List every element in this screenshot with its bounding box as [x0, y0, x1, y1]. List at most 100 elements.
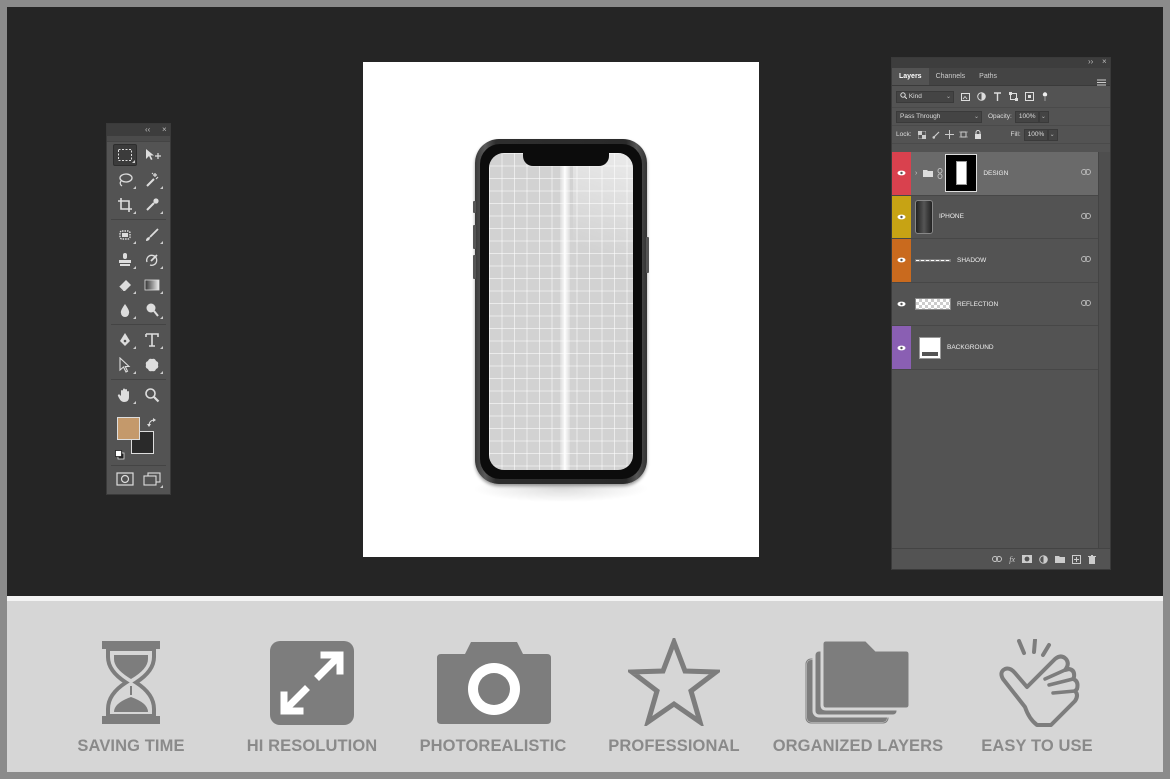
- path-selection-icon[interactable]: [113, 354, 137, 376]
- type-tool-icon[interactable]: [140, 329, 164, 351]
- gradient-tool-icon[interactable]: [140, 274, 164, 296]
- filter-kind-select[interactable]: Kind ⌄: [896, 90, 954, 103]
- swap-colors-icon[interactable]: [147, 415, 157, 433]
- zoom-tool-icon[interactable]: [140, 384, 164, 406]
- quick-mask-icon[interactable]: [113, 468, 137, 490]
- feature-label: PROFESSIONAL: [608, 737, 740, 755]
- type-filter-icon[interactable]: [992, 92, 1002, 102]
- lock-artboard-icon[interactable]: [959, 130, 969, 140]
- feature-label: HI RESOLUTION: [246, 737, 378, 755]
- foreground-color-swatch[interactable]: [117, 417, 140, 440]
- phone-side-button: [473, 225, 476, 249]
- tools-panel-titlebar[interactable]: ‹‹ ×: [107, 124, 170, 136]
- filter-toggle-icon[interactable]: [1040, 91, 1050, 102]
- feature-label: ORGANIZED LAYERS: [772, 737, 944, 755]
- link-layers-icon[interactable]: [1081, 212, 1091, 219]
- layer-thumbnail[interactable]: [919, 336, 941, 359]
- layer-thumbnail[interactable]: [915, 298, 951, 311]
- lasso-tool-icon[interactable]: [113, 169, 137, 191]
- panel-menu-icon[interactable]: [1097, 73, 1106, 91]
- layer-filter-row: Kind ⌄: [892, 86, 1110, 108]
- pixel-filter-icon[interactable]: [960, 92, 970, 102]
- adjustment-filter-icon[interactable]: [976, 92, 986, 102]
- tab-layers[interactable]: Layers: [892, 68, 929, 85]
- feature-hi-resolution: HI RESOLUTION: [222, 601, 402, 772]
- adjustment-layer-icon[interactable]: [1039, 554, 1048, 564]
- custom-shape-icon[interactable]: [140, 354, 164, 376]
- link-layers-icon[interactable]: [992, 556, 1003, 562]
- blur-tool-icon[interactable]: [113, 299, 137, 321]
- eraser-tool-icon[interactable]: [113, 274, 137, 296]
- lock-row: Lock: Fill: 100% ⌄: [892, 126, 1110, 144]
- mockup-frame: ‹‹ × ›› × Layers Channels Paths Kind ⌄ P…: [0, 0, 1170, 779]
- dodge-tool-icon[interactable]: [140, 299, 164, 321]
- opacity-input[interactable]: 100%: [1014, 110, 1039, 123]
- crop-tool-icon[interactable]: [113, 194, 137, 216]
- trash-icon[interactable]: [1088, 554, 1096, 564]
- link-layers-icon[interactable]: [1081, 256, 1091, 263]
- add-mask-icon[interactable]: [1022, 555, 1032, 563]
- marquee-tool-icon[interactable]: [113, 143, 137, 166]
- tab-channels[interactable]: Channels: [929, 68, 973, 85]
- eyedropper-icon[interactable]: [140, 194, 164, 216]
- layer-style-fx-icon[interactable]: fx: [1009, 555, 1015, 564]
- layers-panel-titlebar[interactable]: ›› ×: [892, 57, 1110, 68]
- lock-position-icon[interactable]: [945, 130, 955, 140]
- lock-transparent-icon[interactable]: [917, 130, 927, 140]
- layer-thumbnail[interactable]: [915, 199, 933, 234]
- layer-row-shadow[interactable]: SHADOW: [892, 239, 1100, 283]
- expand-chevron-icon[interactable]: ›: [915, 170, 917, 177]
- pen-tool-icon[interactable]: [113, 329, 137, 351]
- visibility-eye-icon[interactable]: [897, 301, 906, 307]
- move-tool-icon[interactable]: [140, 144, 164, 166]
- shape-filter-icon[interactable]: [1008, 92, 1018, 102]
- collapse-icon[interactable]: ››: [1088, 57, 1093, 67]
- magic-wand-icon[interactable]: [140, 169, 164, 191]
- feature-label: SAVING TIME: [77, 737, 185, 755]
- layer-color-tag: [892, 283, 911, 326]
- layer-row-background[interactable]: BACKGROUND: [892, 326, 1100, 370]
- hourglass-icon: [102, 641, 160, 724]
- lock-pixels-icon[interactable]: [931, 130, 941, 140]
- close-icon[interactable]: ×: [162, 124, 167, 136]
- layer-row-design[interactable]: › DESIGN: [892, 152, 1100, 196]
- color-swatches: [107, 413, 170, 461]
- layer-mask-thumbnail[interactable]: [945, 154, 978, 193]
- brush-tool-icon[interactable]: [140, 224, 164, 246]
- feature-photorealistic: PHOTOREALISTIC: [403, 601, 583, 772]
- fill-dropdown[interactable]: ⌄: [1047, 128, 1058, 141]
- visibility-eye-icon[interactable]: [897, 257, 906, 263]
- hand-tool-icon[interactable]: [113, 384, 137, 406]
- link-layers-icon[interactable]: [1081, 169, 1091, 175]
- layer-color-tag: [892, 152, 911, 195]
- default-colors-icon[interactable]: [115, 447, 125, 465]
- chain-link-icon[interactable]: [937, 167, 943, 179]
- lock-all-icon[interactable]: [973, 130, 983, 140]
- close-icon[interactable]: ×: [1102, 57, 1107, 67]
- blend-mode-select[interactable]: Pass Through ⌄: [896, 110, 982, 123]
- fill-input[interactable]: 100%: [1023, 128, 1048, 141]
- layer-row-iphone[interactable]: IPHONE: [892, 195, 1100, 240]
- screen-mode-icon[interactable]: [140, 468, 164, 490]
- visibility-eye-icon[interactable]: [897, 214, 906, 220]
- link-layers-icon[interactable]: [1081, 299, 1091, 306]
- layer-row-reflection[interactable]: REFLECTION: [892, 282, 1100, 327]
- new-group-icon[interactable]: [1055, 555, 1065, 563]
- layers-scrollbar[interactable]: [1098, 152, 1110, 548]
- folder-stack-icon: [805, 639, 912, 724]
- opacity-dropdown[interactable]: ⌄: [1038, 110, 1049, 123]
- clone-stamp-icon[interactable]: [113, 249, 137, 271]
- smart-object-filter-icon[interactable]: [1024, 92, 1034, 102]
- layer-thumbnail[interactable]: [915, 258, 951, 262]
- layers-panel: ›› × Layers Channels Paths Kind ⌄ Pass T…: [891, 57, 1111, 570]
- document-canvas[interactable]: [363, 62, 759, 557]
- collapse-icon[interactable]: ‹‹: [145, 124, 150, 136]
- tab-paths[interactable]: Paths: [972, 68, 1004, 85]
- layer-name: REFLECTION: [957, 300, 999, 308]
- healing-brush-icon[interactable]: [113, 224, 137, 246]
- visibility-eye-icon[interactable]: [897, 170, 906, 176]
- history-brush-icon[interactable]: [140, 249, 164, 271]
- visibility-eye-icon[interactable]: [897, 345, 906, 351]
- new-layer-icon[interactable]: [1072, 554, 1081, 564]
- camera-icon: [437, 642, 551, 724]
